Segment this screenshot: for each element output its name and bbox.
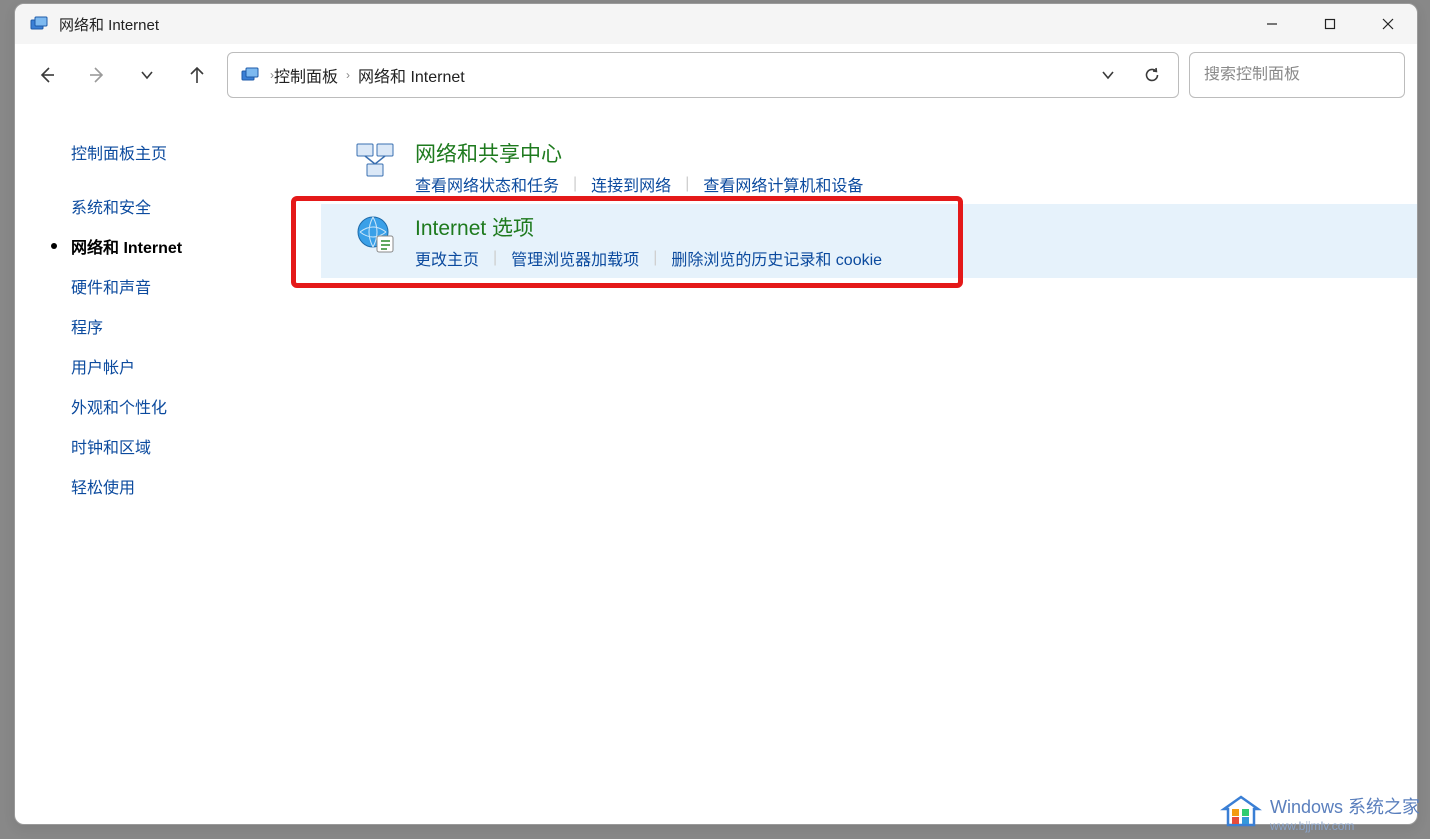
sidebar-item-system-security[interactable]: 系统和安全	[15, 186, 321, 226]
titlebar: 网络和 Internet	[15, 4, 1417, 44]
history-dropdown-button[interactable]	[1088, 55, 1128, 95]
search-input[interactable]	[1204, 66, 1411, 84]
app-icon	[29, 14, 49, 34]
sidebar-item-network-internet[interactable]: 网络和 Internet	[15, 226, 321, 266]
watermark-subtext: www.bjjmlv.com	[1270, 819, 1420, 833]
sidebar-item-label: 控制面板主页	[71, 146, 167, 163]
sidebar-item-user-accounts[interactable]: 用户帐户	[15, 346, 321, 386]
category-links: 查看网络状态和任务 | 连接到网络 | 查看网络计算机和设备	[415, 172, 863, 196]
sidebar-item-appearance[interactable]: 外观和个性化	[15, 386, 321, 426]
link-view-status[interactable]: 查看网络状态和任务	[415, 172, 559, 196]
category-internet-options: Internet 选项 更改主页 | 管理浏览器加载项 | 删除浏览的历史记录和…	[321, 204, 1417, 278]
forward-button[interactable]	[77, 55, 117, 95]
link-delete-history[interactable]: 删除浏览的历史记录和 cookie	[671, 246, 882, 270]
minimize-button[interactable]	[1243, 4, 1301, 44]
close-button[interactable]	[1359, 4, 1417, 44]
breadcrumb-item[interactable]: 控制面板	[274, 63, 338, 87]
recent-locations-button[interactable]	[127, 55, 167, 95]
sidebar-item-label: 时钟和区域	[71, 440, 151, 457]
up-button[interactable]	[177, 55, 217, 95]
sidebar-item-label: 硬件和声音	[71, 280, 151, 297]
link-change-homepage[interactable]: 更改主页	[415, 246, 479, 270]
sidebar-item-label: 系统和安全	[71, 200, 151, 217]
refresh-button[interactable]	[1132, 55, 1172, 95]
sidebar-item-programs[interactable]: 程序	[15, 306, 321, 346]
sidebar-item-ease-of-access[interactable]: 轻松使用	[15, 466, 321, 506]
category-title[interactable]: Internet 选项	[415, 212, 882, 242]
link-view-devices[interactable]: 查看网络计算机和设备	[703, 172, 863, 196]
sidebar-item-label: 轻松使用	[71, 480, 135, 497]
sidebar-item-hardware-sound[interactable]: 硬件和声音	[15, 266, 321, 306]
breadcrumbs: 控制面板 › 网络和 Internet	[274, 63, 465, 87]
main-content: 网络和共享中心 查看网络状态和任务 | 连接到网络 | 查看网络计算机和设备	[321, 106, 1417, 824]
chevron-right-icon: ›	[346, 68, 350, 82]
window-controls	[1243, 4, 1417, 44]
link-connect-network[interactable]: 连接到网络	[591, 172, 671, 196]
category-links: 更改主页 | 管理浏览器加载项 | 删除浏览的历史记录和 cookie	[415, 246, 882, 270]
back-button[interactable]	[27, 55, 67, 95]
nav-row: › 控制面板 › 网络和 Internet	[15, 44, 1417, 106]
category-network-sharing: 网络和共享中心 查看网络状态和任务 | 连接到网络 | 查看网络计算机和设备	[321, 130, 1417, 204]
maximize-button[interactable]	[1301, 4, 1359, 44]
internet-options-icon	[353, 212, 397, 256]
network-sharing-icon	[353, 138, 397, 182]
search-box[interactable]	[1189, 52, 1405, 98]
folder-icon	[240, 65, 260, 85]
sidebar-item-clock-region[interactable]: 时钟和区域	[15, 426, 321, 466]
breadcrumb-item[interactable]: 网络和 Internet	[358, 63, 465, 87]
watermark-text: Windows 系统之家	[1270, 797, 1420, 817]
watermark: Windows 系统之家 www.bjjmlv.com	[1220, 793, 1420, 833]
sidebar-item-home[interactable]: 控制面板主页	[15, 132, 321, 172]
watermark-icon	[1220, 795, 1262, 831]
sidebar-item-label: 外观和个性化	[71, 400, 167, 417]
sidebar-item-label: 网络和 Internet	[71, 240, 182, 257]
body: 控制面板主页 系统和安全 网络和 Internet 硬件和声音 程序 用户帐户 …	[15, 106, 1417, 824]
control-panel-window: 网络和 Internet	[14, 3, 1418, 825]
window-title: 网络和 Internet	[59, 14, 159, 35]
category-title[interactable]: 网络和共享中心	[415, 138, 863, 168]
sidebar-item-label: 用户帐户	[71, 360, 135, 377]
sidebar: 控制面板主页 系统和安全 网络和 Internet 硬件和声音 程序 用户帐户 …	[15, 106, 321, 824]
address-bar[interactable]: › 控制面板 › 网络和 Internet	[227, 52, 1179, 98]
sidebar-item-label: 程序	[71, 320, 103, 337]
link-manage-addons[interactable]: 管理浏览器加载项	[511, 246, 639, 270]
